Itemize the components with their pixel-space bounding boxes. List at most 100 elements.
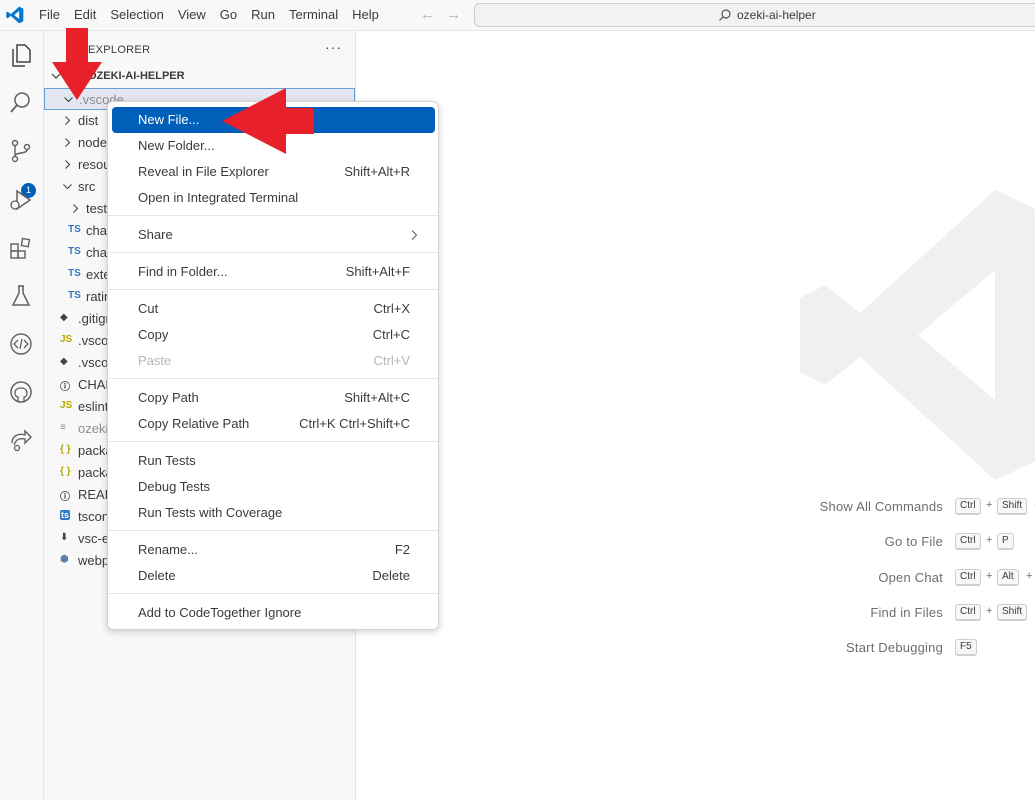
menu-file[interactable]: File bbox=[32, 0, 67, 30]
menu-item-label: Copy Path bbox=[138, 390, 199, 405]
menu-separator bbox=[108, 593, 438, 594]
git-file-icon: ◆ bbox=[60, 312, 68, 323]
menu-item-copy-path[interactable]: Copy Path Shift+Alt+C bbox=[112, 385, 435, 411]
menu-item-label: Paste bbox=[138, 353, 172, 368]
search-icon bbox=[719, 9, 731, 21]
hint-plus: + bbox=[986, 534, 993, 546]
hint-label: Go to File bbox=[884, 534, 943, 549]
typescript-file-icon: TS bbox=[68, 246, 81, 257]
menu-edit[interactable]: Edit bbox=[67, 0, 103, 30]
menu-separator bbox=[108, 530, 438, 531]
tree-item-label: test bbox=[86, 201, 107, 216]
menu-item-shortcut: Shift+Alt+C bbox=[344, 390, 410, 405]
javascript-file-icon: JS bbox=[60, 334, 73, 345]
webpack-file-icon: ⬢ bbox=[60, 554, 69, 565]
menu-item-label: Rename... bbox=[138, 542, 198, 557]
hint-label: Find in Files bbox=[870, 605, 943, 620]
menu-separator bbox=[108, 252, 438, 253]
menu-item-cut[interactable]: Cut Ctrl+X bbox=[112, 296, 435, 322]
command-center-search[interactable]: ozeki-ai-helper bbox=[474, 3, 1035, 27]
remote-explorer-icon[interactable] bbox=[8, 331, 34, 357]
extensions-icon[interactable] bbox=[8, 235, 34, 261]
hint-plus: + bbox=[986, 605, 993, 617]
title-bar: File Edit Selection View Go Run Terminal Help ←… bbox=[0, 0, 1035, 31]
menu-item-rename[interactable]: Rename... F2 bbox=[112, 537, 435, 563]
menu-go[interactable]: Go bbox=[213, 0, 244, 30]
hint-start-debugging: Start Debugging F5 bbox=[0, 639, 1035, 657]
menu-item-reveal-in-file-explorer[interactable]: Reveal in File Explorer Shift+Alt+R bbox=[112, 159, 435, 185]
menu-item-shortcut: Ctrl+C bbox=[372, 327, 410, 342]
keyboard-key: Shift bbox=[997, 604, 1028, 621]
context-menu: New File... New Folder... Reveal in File E… bbox=[107, 101, 439, 630]
live-share-icon[interactable] bbox=[8, 427, 34, 453]
menu-run[interactable]: Run bbox=[244, 0, 282, 30]
menu-separator bbox=[108, 378, 438, 379]
search-icon[interactable] bbox=[8, 90, 34, 116]
menu-item-label: New Folder... bbox=[138, 138, 215, 153]
menu-item-shortcut: Ctrl+V bbox=[373, 353, 410, 368]
keyboard-key: Shift bbox=[997, 498, 1028, 515]
menu-item-label: Find in Folder... bbox=[138, 264, 228, 279]
menu-item-open-in-integrated-terminal[interactable]: Open in Integrated Terminal bbox=[112, 185, 435, 211]
menu-item-label: Debug Tests bbox=[138, 479, 211, 494]
menu-item-label: Reveal in File Explorer bbox=[138, 164, 269, 179]
menu-item-shortcut: Shift+Alt+F bbox=[345, 264, 410, 279]
menu-item-run-tests[interactable]: Run Tests bbox=[112, 448, 435, 474]
menu-separator bbox=[108, 289, 438, 290]
menu-item-copy-relative-path[interactable]: Copy Relative Path Ctrl+K Ctrl+Shift+C bbox=[112, 411, 435, 437]
menu-item-label: Cut bbox=[138, 301, 159, 316]
tree-item-label: src bbox=[78, 179, 96, 194]
chevron-down-icon bbox=[63, 184, 72, 190]
hint-plus: + bbox=[986, 499, 993, 511]
menu-item-delete[interactable]: Delete Delete bbox=[112, 563, 435, 589]
menu-item-find-in-folder[interactable]: Find in Folder... Shift+Alt+F bbox=[112, 259, 435, 285]
menu-item-run-tests-with-coverage[interactable]: Run Tests with Coverage bbox=[112, 500, 435, 526]
testing-flask-icon[interactable] bbox=[8, 283, 34, 309]
vscode-logo-icon[interactable] bbox=[5, 5, 25, 25]
keyboard-key: Ctrl bbox=[955, 498, 981, 515]
menu-terminal[interactable]: Terminal bbox=[282, 0, 345, 30]
menu-help[interactable]: Help bbox=[345, 0, 386, 30]
menu-item-label: Open in Integrated Terminal bbox=[138, 190, 299, 205]
source-control-icon[interactable] bbox=[8, 138, 34, 164]
hint-label: Show All Commands bbox=[819, 499, 943, 514]
back-arrow-icon[interactable]: ← bbox=[420, 6, 435, 23]
menu-item-shortcut: F2 bbox=[394, 542, 410, 557]
command-center-text: ozeki-ai-helper bbox=[737, 8, 816, 22]
menu-item-share[interactable]: Share bbox=[112, 222, 435, 248]
menu-item-shortcut: Delete bbox=[372, 568, 410, 583]
file-icon: ≡ bbox=[60, 422, 66, 433]
menu-selection[interactable]: Selection bbox=[103, 0, 170, 30]
hint-plus: + bbox=[1026, 570, 1033, 582]
json-file-icon: { } bbox=[60, 466, 71, 477]
menu-separator bbox=[108, 441, 438, 442]
run-debug-icon[interactable] bbox=[8, 187, 34, 213]
menu-item-add-to-codetogether-ignore[interactable]: Add to CodeTogether Ignore bbox=[112, 600, 435, 626]
info-file-icon: ⓘ bbox=[60, 382, 70, 393]
menu-bar: File Edit Selection View Go Run Terminal Help bbox=[32, 0, 386, 30]
typescript-file-icon: TS bbox=[68, 290, 81, 301]
menu-item-label: Delete bbox=[138, 568, 176, 583]
menu-item-label: Copy Relative Path bbox=[138, 416, 250, 431]
menu-item-copy[interactable]: Copy Ctrl+C bbox=[112, 322, 435, 348]
explorer-files-icon[interactable] bbox=[8, 42, 34, 68]
forward-arrow-icon[interactable]: → bbox=[446, 6, 461, 23]
menu-view[interactable]: View bbox=[171, 0, 213, 30]
chevron-right-icon bbox=[65, 116, 71, 125]
more-actions-icon[interactable]: ··· bbox=[325, 39, 342, 55]
menu-item-debug-tests[interactable]: Debug Tests bbox=[112, 474, 435, 500]
chevron-right-icon bbox=[65, 138, 71, 147]
menu-item-label: Share bbox=[138, 227, 173, 242]
menu-item-shortcut: Shift+Alt+R bbox=[344, 164, 410, 179]
menu-item-shortcut: Ctrl+K Ctrl+Shift+C bbox=[299, 416, 410, 431]
menu-item-label: Run Tests with Coverage bbox=[138, 505, 283, 520]
json-file-icon: { } bbox=[60, 444, 71, 455]
menu-item-label: Copy bbox=[138, 327, 169, 342]
activity-bar: 1 bbox=[0, 31, 44, 800]
tree-item-label: dist bbox=[78, 113, 99, 128]
hint-label: Open Chat bbox=[878, 570, 943, 585]
github-icon[interactable] bbox=[8, 379, 34, 405]
typescript-file-icon: TS bbox=[68, 268, 81, 279]
red-left-arrow-annotation bbox=[222, 88, 314, 154]
keyboard-key: P bbox=[997, 533, 1014, 550]
